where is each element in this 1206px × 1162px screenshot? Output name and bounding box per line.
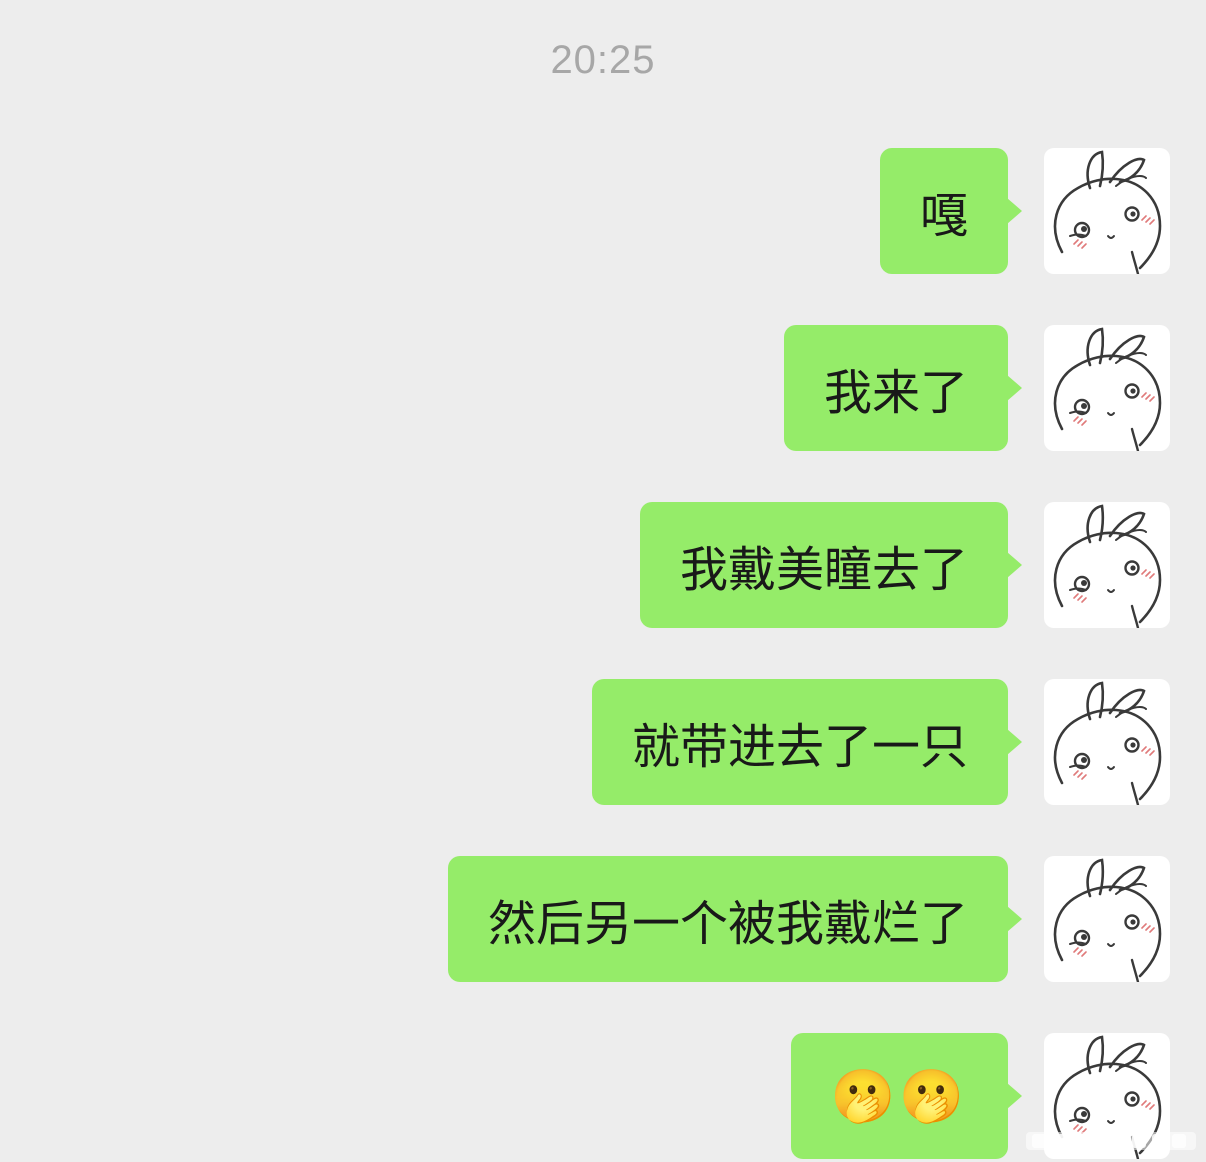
chat-timestamp: 20:25: [550, 38, 656, 82]
message-row: 嘎: [879, 148, 1170, 274]
message-bubble[interactable]: 我戴美瞳去了: [639, 502, 1023, 628]
message-bubble[interactable]: 我来了: [783, 325, 1023, 451]
bunny-avatar-icon: [1053, 858, 1162, 982]
message-bubble[interactable]: 然后另一个被我戴烂了: [447, 856, 1023, 982]
user-avatar[interactable]: [1044, 148, 1170, 274]
user-avatar[interactable]: [1044, 679, 1170, 805]
emoji-message-bubble[interactable]: 🫢🫢: [790, 1033, 1022, 1159]
message-row: 我来了: [783, 325, 1170, 451]
watermark-logo: [1026, 1132, 1196, 1150]
bunny-avatar-icon: [1053, 681, 1162, 805]
message-bubble[interactable]: 就带进去了一只: [591, 679, 1023, 805]
message-row: 就带进去了一只: [591, 679, 1170, 805]
user-avatar[interactable]: [1044, 325, 1170, 451]
bunny-avatar-icon: [1053, 327, 1162, 451]
message-bubble[interactable]: 嘎: [879, 148, 1023, 274]
user-avatar[interactable]: [1044, 502, 1170, 628]
message-row: 我戴美瞳去了: [639, 502, 1170, 628]
user-avatar[interactable]: [1044, 856, 1170, 982]
bunny-avatar-icon: [1053, 504, 1162, 628]
bunny-avatar-icon: [1053, 150, 1162, 274]
message-row: 然后另一个被我戴烂了: [447, 856, 1170, 982]
